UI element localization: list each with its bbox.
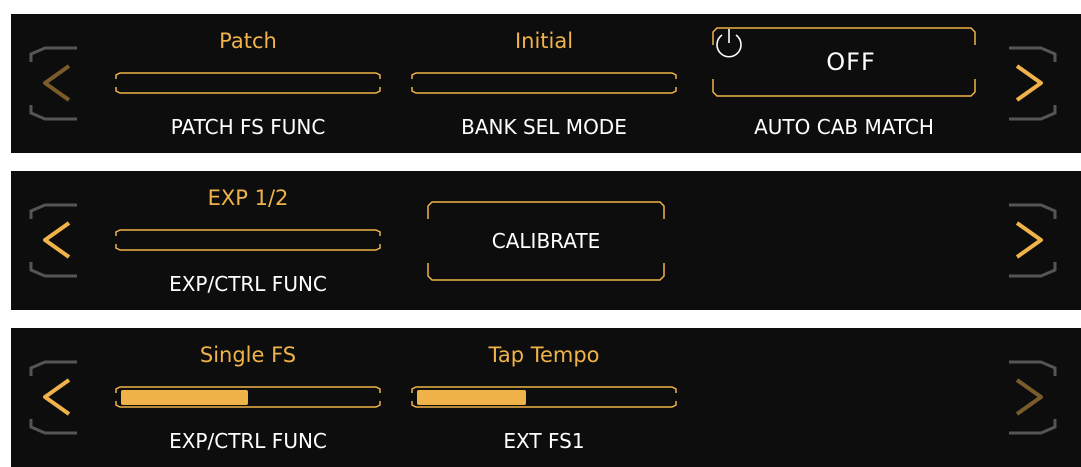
toggle-state: OFF: [826, 48, 876, 76]
next-page-button[interactable]: [999, 44, 1059, 123]
param-slider[interactable]: [411, 72, 677, 94]
prev-page-button[interactable]: [27, 358, 87, 437]
param-slider[interactable]: [115, 72, 381, 94]
param-label: EXT FS1: [503, 429, 585, 453]
calibrate-label: CALIBRATE: [491, 229, 601, 253]
param-value: EXP 1/2: [207, 186, 289, 210]
patch-fs-func-param[interactable]: Patch PATCH FS FUNC: [114, 14, 382, 153]
prev-page-button[interactable]: [27, 44, 87, 123]
prev-page-button[interactable]: [27, 201, 87, 280]
param-value: Initial: [514, 29, 574, 53]
param-level-fill: [417, 390, 526, 405]
param-label: EXP/CTRL FUNC: [169, 272, 327, 296]
settings-panel-2: EXP 1/2 EXP/CTRL FUNC CALIBRATE: [11, 171, 1081, 310]
next-page-button[interactable]: [999, 201, 1059, 280]
chevron-left-icon: [29, 46, 77, 121]
param-label: PATCH FS FUNC: [170, 115, 326, 139]
auto-cab-match-toggle[interactable]: OFF: [712, 27, 976, 97]
bank-sel-mode-param[interactable]: Initial BANK SEL MODE: [410, 14, 678, 153]
toggle-label-wrap: AUTO CAB MATCH: [712, 114, 976, 140]
chevron-left-icon: [29, 203, 77, 278]
param-label: EXP/CTRL FUNC: [169, 429, 327, 453]
param-value: Single FS: [199, 343, 297, 367]
exp-ctrl-func-param[interactable]: Single FS EXP/CTRL FUNC: [114, 328, 382, 467]
ext-fs1-param[interactable]: Tap Tempo EXT FS1: [410, 328, 678, 467]
param-value: Patch: [219, 29, 277, 53]
param-slider[interactable]: [411, 386, 677, 408]
calibrate-button[interactable]: CALIBRATE: [427, 201, 665, 281]
toggle-label: AUTO CAB MATCH: [754, 115, 934, 139]
exp-ctrl-func-param[interactable]: EXP 1/2 EXP/CTRL FUNC: [114, 171, 382, 310]
next-page-button[interactable]: [999, 358, 1059, 437]
chevron-left-icon: [29, 360, 77, 435]
param-value: Tap Tempo: [488, 343, 600, 367]
settings-panel-3: Single FS EXP/CTRL FUNC Tap Tempo EXT FS…: [11, 328, 1081, 467]
param-slider[interactable]: [115, 229, 381, 251]
chevron-right-icon: [1009, 203, 1057, 278]
chevron-right-icon: [1009, 360, 1057, 435]
param-level-fill: [121, 390, 248, 405]
settings-panel-1: Patch PATCH FS FUNC Initial BANK SEL MOD…: [11, 14, 1081, 153]
chevron-right-icon: [1009, 46, 1057, 121]
param-slider[interactable]: [115, 386, 381, 408]
param-label: BANK SEL MODE: [461, 115, 627, 139]
